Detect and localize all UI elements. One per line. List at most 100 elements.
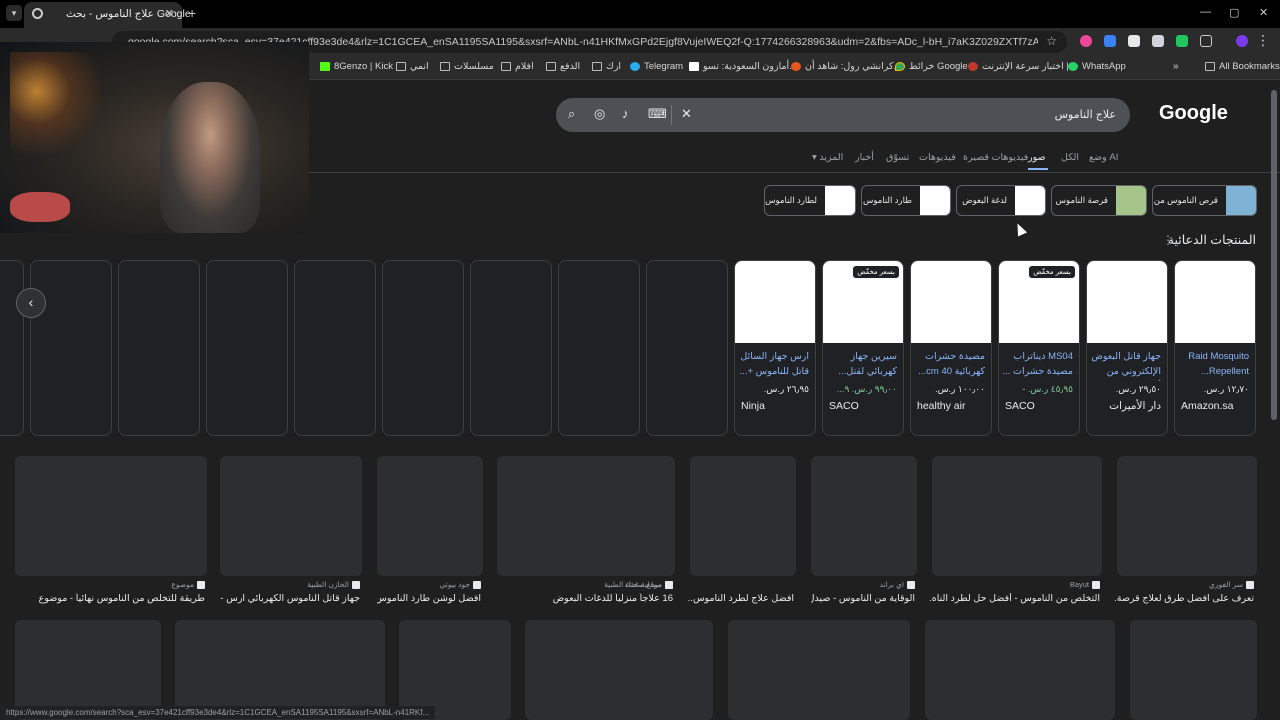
tab-shopping[interactable]: تسوّق — [886, 152, 909, 163]
image-result[interactable] — [690, 456, 796, 576]
tab-short-videos[interactable]: فيديوهات قصيرة — [963, 152, 1028, 163]
extensions-puzzle-icon[interactable] — [1200, 35, 1212, 47]
bookmark-item[interactable]: ارك — [592, 61, 621, 72]
lens-icon[interactable]: ◎ — [594, 106, 605, 122]
tab-close-icon[interactable]: ✕ — [165, 7, 174, 20]
result-caption[interactable]: طريقة للتخلص من الناموس نهائياً - موضوع — [15, 593, 205, 604]
search-icon[interactable]: ⌕ — [568, 106, 575, 122]
image-result[interactable] — [1130, 620, 1257, 720]
product-name[interactable]: جهاز قاتل البعوض الإلكتروني من أر... — [1089, 349, 1161, 381]
maximize-button[interactable]: ▢ — [1229, 6, 1239, 19]
extension-icon[interactable] — [1104, 35, 1116, 47]
extension-icon[interactable] — [1176, 35, 1188, 47]
product-card-placeholder[interactable] — [206, 260, 288, 436]
bookmark-item[interactable]: خرائط Google — [895, 61, 968, 72]
product-card-placeholder[interactable] — [558, 260, 640, 436]
image-result[interactable] — [728, 620, 910, 720]
carousel-prev-button[interactable]: ‹ — [16, 288, 46, 318]
result-source[interactable]: جود بيوتي — [440, 580, 481, 590]
extension-icon[interactable] — [1152, 35, 1164, 47]
image-result[interactable] — [932, 456, 1102, 576]
product-name[interactable]: ارس جهاز السائل قاتل للناموس +... — [737, 349, 809, 381]
tab-ai-mode[interactable]: وضع AI — [1089, 152, 1118, 163]
product-card-placeholder[interactable] — [470, 260, 552, 436]
related-chip[interactable]: لطارد الناموس — [764, 185, 856, 216]
google-logo[interactable]: Google — [1159, 102, 1228, 125]
image-result[interactable] — [925, 620, 1115, 720]
browser-menu-icon[interactable]: ⋮ — [1256, 32, 1270, 49]
more-bookmarks-icon[interactable]: » — [1173, 61, 1179, 72]
image-result[interactable] — [15, 620, 161, 720]
bookmark-item[interactable]: Telegram — [630, 61, 683, 72]
result-source[interactable]: موضوع — [171, 580, 205, 590]
tab-all[interactable]: الكل — [1061, 152, 1079, 163]
keyboard-icon[interactable]: ⌨ — [648, 106, 667, 122]
image-result[interactable] — [399, 620, 511, 720]
result-caption[interactable]: الوقاية من الناموس - صيدل... — [811, 593, 915, 604]
tab-videos[interactable]: فيديوهات — [919, 152, 956, 163]
related-chip[interactable]: قرص الناموس من — [1152, 185, 1257, 216]
image-result[interactable] — [525, 620, 713, 720]
image-result[interactable] — [497, 456, 675, 576]
all-bookmarks-button[interactable]: All Bookmarks — [1205, 61, 1280, 72]
product-card-placeholder[interactable] — [382, 260, 464, 436]
bookmark-item[interactable]: أمازون السعودية: تسو... — [689, 61, 797, 72]
result-caption[interactable]: جهاز قاتل الناموس الكهربائي ارس - ... — [220, 593, 360, 604]
related-chip[interactable]: لدغة البعوض — [956, 185, 1046, 216]
extension-icon[interactable] — [1128, 35, 1140, 47]
profile-avatar[interactable] — [1236, 35, 1248, 47]
product-name[interactable]: MS04 ديناتراب مصيدة حشرات ... — [1001, 349, 1073, 381]
product-card-placeholder[interactable] — [0, 260, 24, 436]
close-window-button[interactable]: ✕ — [1259, 6, 1268, 19]
result-source[interactable]: Bayut — [1070, 580, 1100, 590]
result-source[interactable]: اي براند — [880, 580, 915, 590]
image-result[interactable] — [811, 456, 917, 576]
result-caption[interactable]: افضل علاج لطرد الناموس... — [688, 593, 794, 604]
image-result[interactable] — [175, 620, 385, 720]
result-caption[interactable]: التخلص من الناموس - أفضل حل لطرد الناه..… — [930, 593, 1100, 604]
bookmark-item[interactable]: كرانشي رول: شاهد أن... — [791, 61, 901, 72]
product-card-placeholder[interactable] — [118, 260, 200, 436]
more-options-icon[interactable]: ⋮ — [1162, 233, 1174, 247]
browser-tab[interactable]: علاج الناموس - بحث Google ✕ — [24, 2, 191, 28]
related-chip[interactable]: طارد الناموس — [861, 185, 951, 216]
product-card-placeholder[interactable] — [646, 260, 728, 436]
image-result[interactable] — [15, 456, 207, 576]
product-card[interactable]: Raid Mosquito Repellent... ١٢٫٧٠ ر.س. Am… — [1174, 260, 1256, 436]
product-name[interactable]: سيرين جهاز كهربائي لقتل... — [825, 349, 897, 381]
product-name[interactable]: Raid Mosquito Repellent... — [1177, 349, 1249, 381]
tab-news[interactable]: أخبار — [855, 152, 874, 163]
result-source[interactable]: سر الفوري — [1209, 580, 1254, 590]
product-card[interactable]: مصيدة حشرات كهربائية 40 cm... ١٠٠٫٠٠ ر.س… — [910, 260, 992, 436]
result-caption[interactable]: 16 علاجاً منزلياً للدغات البعوض — [495, 593, 673, 604]
image-result[interactable] — [220, 456, 362, 576]
search-box[interactable]: ⌕ ◎ ♪ ⌨ ✕ علاج الناموس — [556, 98, 1130, 132]
extension-icon[interactable] — [1080, 35, 1092, 47]
product-card[interactable]: بسعر مخفّض سيرين جهاز كهربائي لقتل... ٩٩… — [822, 260, 904, 436]
result-caption[interactable]: تعرف على افضل طرق لعلاج قرصة... — [1114, 593, 1254, 604]
bookmark-item[interactable]: مسلسلات — [440, 61, 494, 72]
bookmark-item[interactable]: انمي — [396, 61, 429, 72]
product-card-placeholder[interactable] — [30, 260, 112, 436]
page-scrollbar[interactable] — [1271, 90, 1277, 420]
image-result[interactable] — [1117, 456, 1257, 576]
product-card[interactable]: جهاز قاتل البعوض الإلكتروني من أر... ٢٩٫… — [1086, 260, 1168, 436]
bookmark-item[interactable]: اختبار سرعة الإنترنت |... — [968, 61, 1077, 72]
new-tab-button[interactable]: + — [188, 5, 196, 21]
bookmark-item[interactable]: 8Genzo | Kick — [320, 61, 393, 72]
bookmark-item[interactable]: افلام — [501, 61, 534, 72]
tab-search-button[interactable]: ▾ — [6, 5, 22, 21]
result-source[interactable]: الخازن الطبية — [307, 580, 360, 590]
minimize-button[interactable]: — — [1200, 6, 1211, 18]
related-chip[interactable]: قرصة الناموس — [1051, 185, 1147, 216]
product-card[interactable]: بسعر مخفّض MS04 ديناتراب مصيدة حشرات ...… — [998, 260, 1080, 436]
tab-images[interactable]: صور — [1028, 152, 1046, 163]
clear-icon[interactable]: ✕ — [681, 106, 692, 122]
result-source[interactable]: موقع صحتك — [625, 580, 673, 590]
bookmark-item[interactable]: WhatsApp — [1068, 61, 1126, 72]
product-name[interactable]: مصيدة حشرات كهربائية 40 cm... — [913, 349, 985, 381]
bookmark-item[interactable]: الدفع — [546, 61, 580, 72]
mic-icon[interactable]: ♪ — [622, 106, 629, 121]
image-result[interactable] — [377, 456, 483, 576]
result-caption[interactable]: افضل لوشن طارد الناموس ... — [377, 593, 481, 604]
